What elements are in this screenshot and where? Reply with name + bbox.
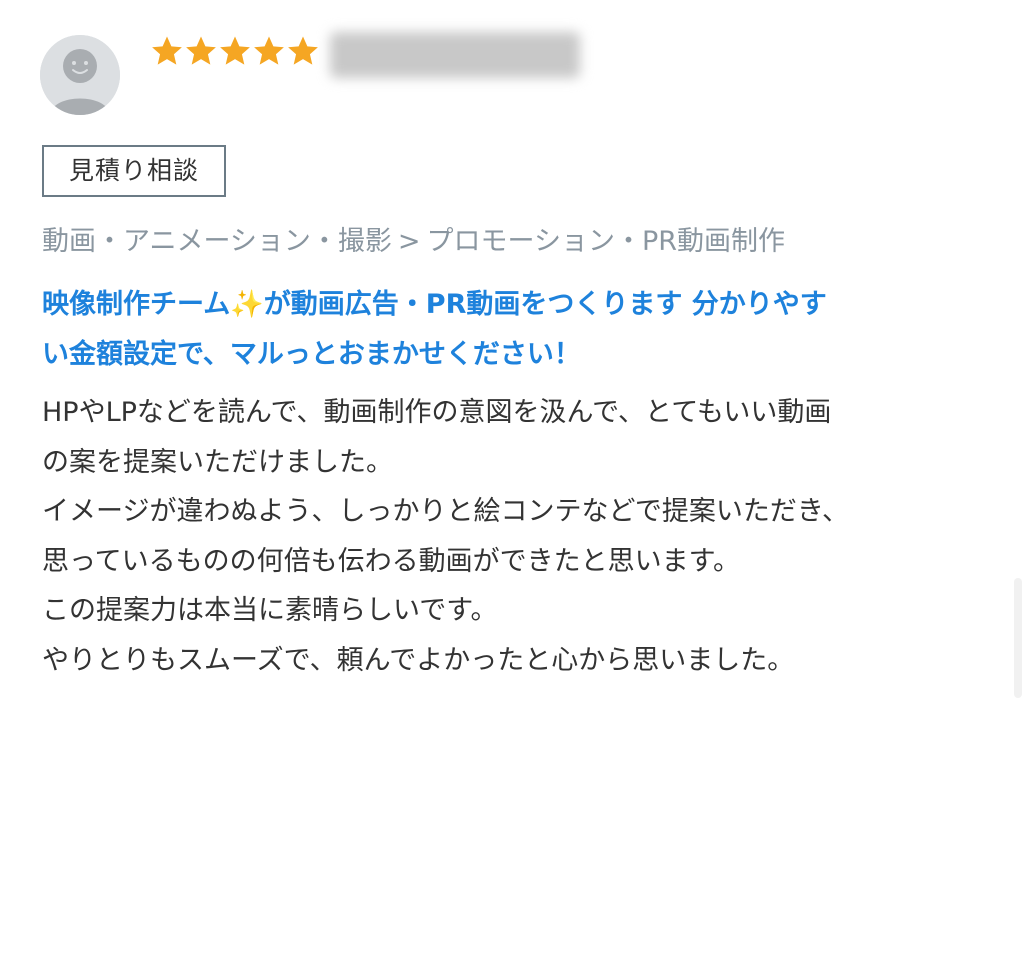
review-body-line: イメージが違わぬよう、しっかりと絵コンテなどで提案いただき、 (42, 496, 850, 527)
review-body-line: の案を提案いただけました。 (42, 446, 393, 478)
breadcrumb-category[interactable]: 動画・アニメーション・撮影 (42, 226, 392, 257)
review-body-line: HPやLPなどを読んで、動画制作の意図を汲んで、とてもいい動画 (42, 397, 832, 428)
breadcrumb-separator: > (397, 226, 421, 257)
review-card: 見積り相談 動画・アニメーション・撮影 > プロモーション・PR動画制作 映像制作チ… (0, 0, 1024, 976)
avatar[interactable] (40, 35, 120, 115)
star-icon (220, 36, 250, 65)
service-title-line: 映像制作チーム✨が動画広告・PR動画をつくります 分かりやす (42, 289, 827, 320)
estimate-consultation-tag: 見積り相談 (42, 145, 226, 197)
review-body: HPやLPなどを読んで、動画制作の意図を汲んで、とてもいい動画 の案を提案いただ… (42, 388, 982, 685)
breadcrumb-subcategory[interactable]: プロモーション・PR動画制作 (427, 226, 786, 257)
review-body-line: やりとりもスムーズで、頼んでよかったと心から思いました。 (42, 644, 795, 676)
service-title-line: い金額設定で、マルっとおまかせください！ (42, 339, 581, 370)
breadcrumb: 動画・アニメーション・撮影 > プロモーション・PR動画制作 (42, 222, 1002, 262)
scrollbar[interactable] (1014, 578, 1022, 698)
star-icon (254, 36, 284, 65)
service-title-link[interactable]: 映像制作チーム✨が動画広告・PR動画をつくります 分かりやす い金額設定で、マル… (42, 280, 972, 380)
star-icon (152, 36, 182, 65)
star-rating (150, 34, 320, 68)
review-body-line: この提案力は本当に素晴らしいです。 (42, 595, 498, 626)
star-icon (186, 36, 216, 65)
review-body-line: 思っているものの何倍も伝わる動画ができたと思います。 (42, 545, 740, 577)
reviewer-name[interactable] (330, 32, 580, 78)
user-avatar-icon (40, 35, 120, 115)
star-icon (288, 36, 318, 65)
